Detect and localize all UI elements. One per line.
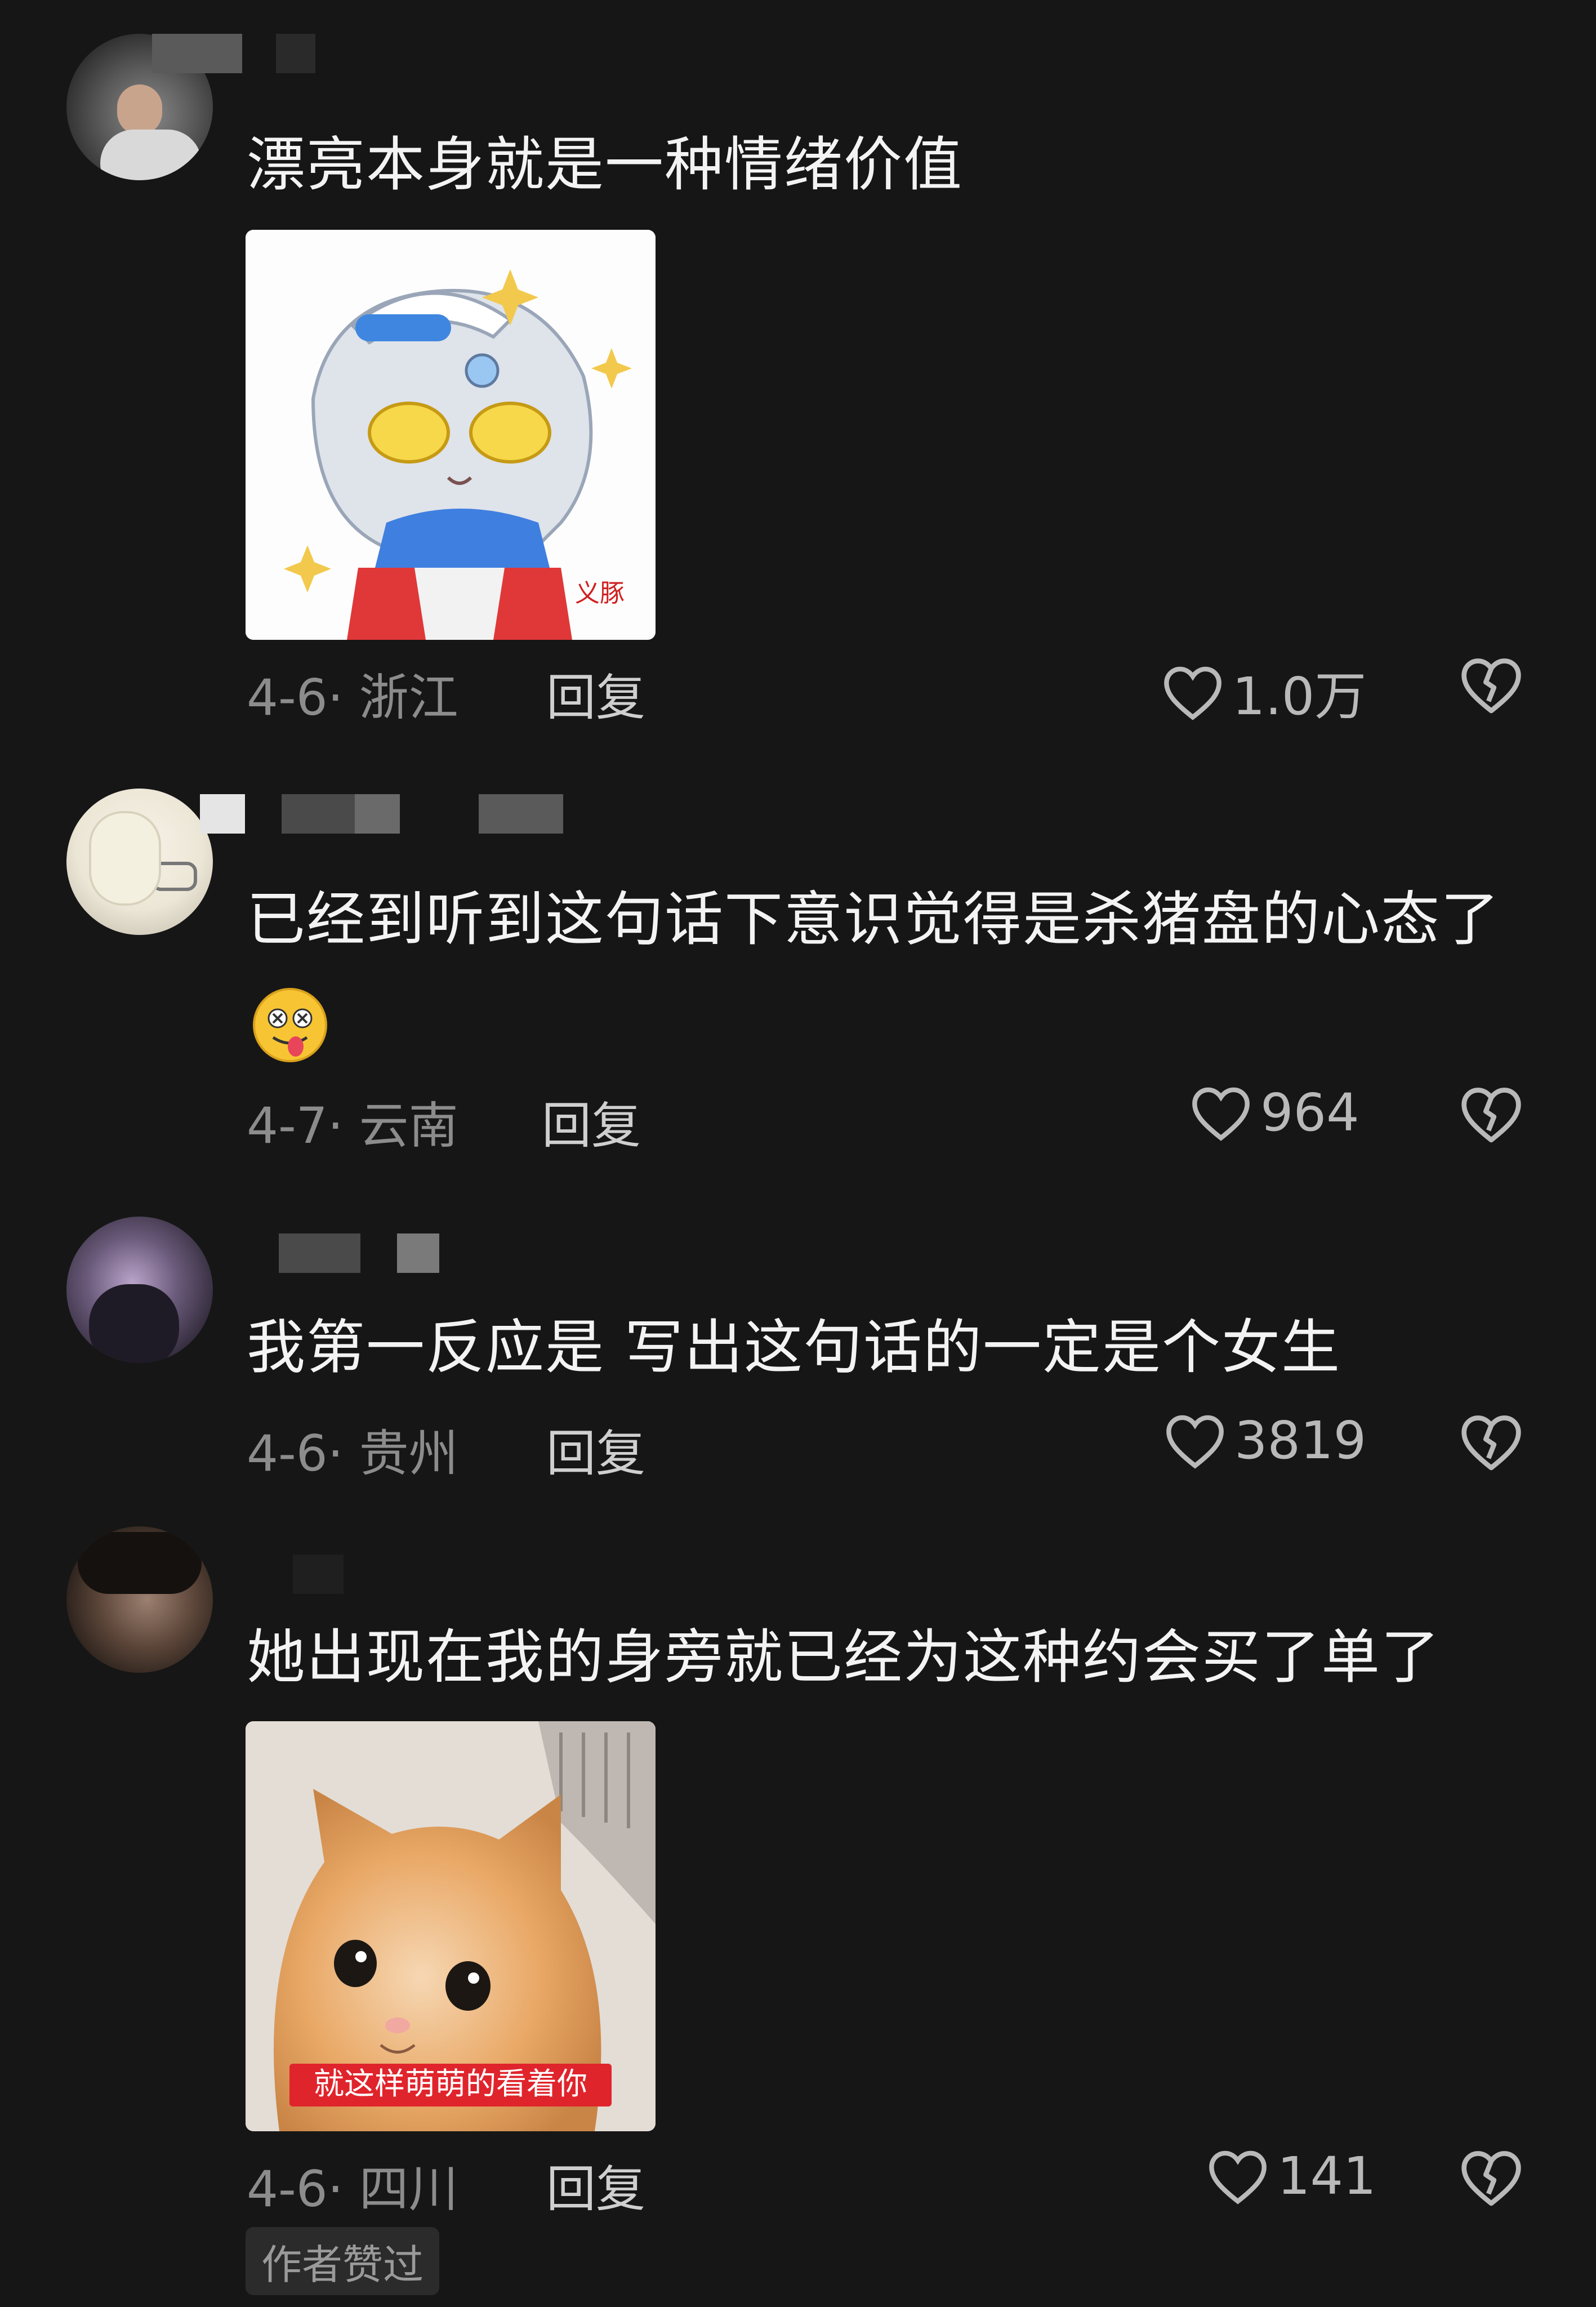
like-button[interactable]: 964 — [1189, 1083, 1359, 1143]
comment-text: 她出现在我的身旁就已经为这种约会买了单了 — [247, 1623, 1441, 1691]
dislike-button[interactable] — [1459, 2147, 1524, 2210]
svg-text:义豚: 义豚 — [575, 579, 625, 608]
avatar[interactable] — [66, 1217, 213, 1363]
like-button[interactable]: 1.0万 — [1161, 654, 1366, 729]
kitten-image: 就这样萌萌的看着你 — [246, 1721, 656, 2131]
heart-outline-icon — [1166, 1415, 1224, 1469]
broken-heart-icon — [1461, 1088, 1521, 1143]
username-redacted[interactable] — [248, 1233, 473, 1273]
avatar[interactable] — [66, 789, 213, 935]
kitten-photo[interactable]: 就这样萌萌的看着你 — [246, 1721, 656, 2131]
comment-date-location: 4-6· 贵州 — [247, 1424, 458, 1482]
dislike-button[interactable] — [1459, 1411, 1524, 1475]
username-redacted[interactable] — [248, 1555, 360, 1594]
comment-item: 她出现在我的身旁就已经为这种约会买了单了 就这样萌萌的看着你 4-6· 四川 回… — [0, 1521, 1596, 2307]
comment-text: 漂亮本身就是一种情绪价值 — [247, 130, 964, 199]
dislike-button[interactable] — [1459, 1084, 1524, 1147]
like-count: 141 — [1277, 2146, 1376, 2206]
author-liked-badge: 作者赞过 — [246, 2227, 440, 2295]
broken-heart-icon — [1461, 2151, 1521, 2206]
dislike-button[interactable] — [1459, 654, 1524, 718]
comment-text: 已经到听到这句话下意识觉得是杀猪盘的心态了 — [247, 885, 1501, 954]
avatar[interactable] — [66, 1526, 213, 1673]
ultraman-cat-sticker: 义豚 — [246, 230, 656, 640]
heart-outline-icon — [1192, 1087, 1250, 1141]
dizzy-tongue-face-emoji — [251, 986, 329, 1065]
like-button[interactable]: 3819 — [1163, 1410, 1366, 1471]
comment-item: 我第一反应是 写出这句话的一定是个女生 4-6· 贵州 回复 3819 — [0, 1205, 1596, 1521]
reply-button[interactable]: 回复 — [546, 658, 645, 729]
username-redacted[interactable] — [152, 34, 417, 73]
comment-item: 漂亮本身就是一种情绪价值 义豚 4-6· 浙江 回复 1.0万 — [0, 0, 1596, 755]
comment-date-location: 4-6· 浙江 — [247, 669, 458, 727]
like-count: 964 — [1260, 1083, 1359, 1143]
reply-button[interactable]: 回复 — [546, 1414, 645, 1485]
broken-heart-icon — [1461, 658, 1521, 714]
comment-item: 已经到听到这句话下意识觉得是杀猪盘的心态了 4-7· 云南 回复 964 — [0, 755, 1596, 1205]
like-count: 1.0万 — [1232, 666, 1367, 727]
reply-button[interactable]: 回复 — [542, 1086, 641, 1157]
comment-date-location: 4-6· 四川 — [247, 2160, 458, 2218]
heart-outline-icon — [1209, 2150, 1267, 2204]
comment-text: 我第一反应是 写出这句话的一定是个女生 — [247, 1313, 1341, 1382]
sticker-image[interactable]: 义豚 — [246, 230, 656, 640]
like-count: 3819 — [1234, 1410, 1367, 1471]
broken-heart-icon — [1461, 1415, 1521, 1471]
like-button[interactable]: 141 — [1206, 2146, 1376, 2206]
reply-button[interactable]: 回复 — [546, 2149, 645, 2221]
kitten-caption: 就这样萌萌的看着你 — [314, 2066, 587, 2101]
heart-outline-icon — [1164, 666, 1221, 720]
comment-date-location: 4-7· 云南 — [247, 1097, 458, 1155]
username-redacted[interactable] — [200, 794, 563, 834]
